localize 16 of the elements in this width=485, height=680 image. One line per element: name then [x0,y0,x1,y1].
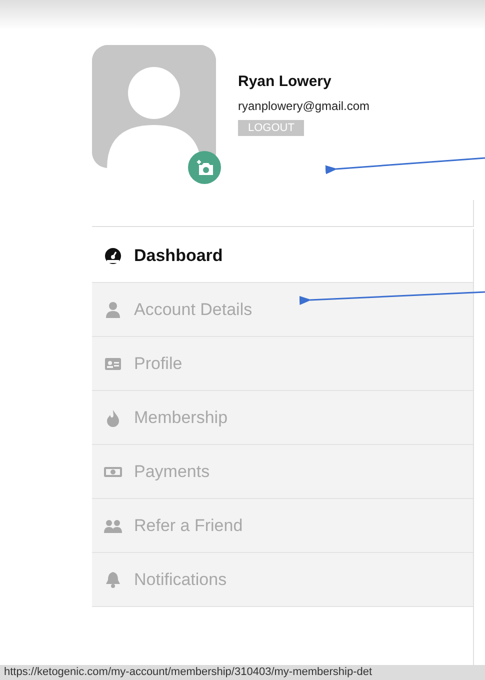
flame-icon [104,408,122,426]
menu-item[interactable]: Profile [92,337,473,391]
gauge-icon [104,246,122,264]
user-name: Ryan Lowery [238,73,332,90]
menu-item[interactable]: Account Details [92,283,473,337]
menu-item[interactable]: Refer a Friend [92,499,473,553]
user-email: ryanplowery@gmail.com [238,99,370,113]
status-url: https://ketogenic.com/my-account/membership/310403/my-membership-det [0,665,485,680]
menu-item[interactable]: Notifications [92,553,473,607]
camera-icon [196,160,214,176]
menu-item[interactable]: Membership [92,391,473,445]
camera-button[interactable] [188,151,221,184]
logout-button[interactable]: LOGOUT [238,120,304,136]
bell-icon [104,570,122,588]
person-icon [104,300,122,318]
menu-item[interactable]: Payments [92,445,473,499]
